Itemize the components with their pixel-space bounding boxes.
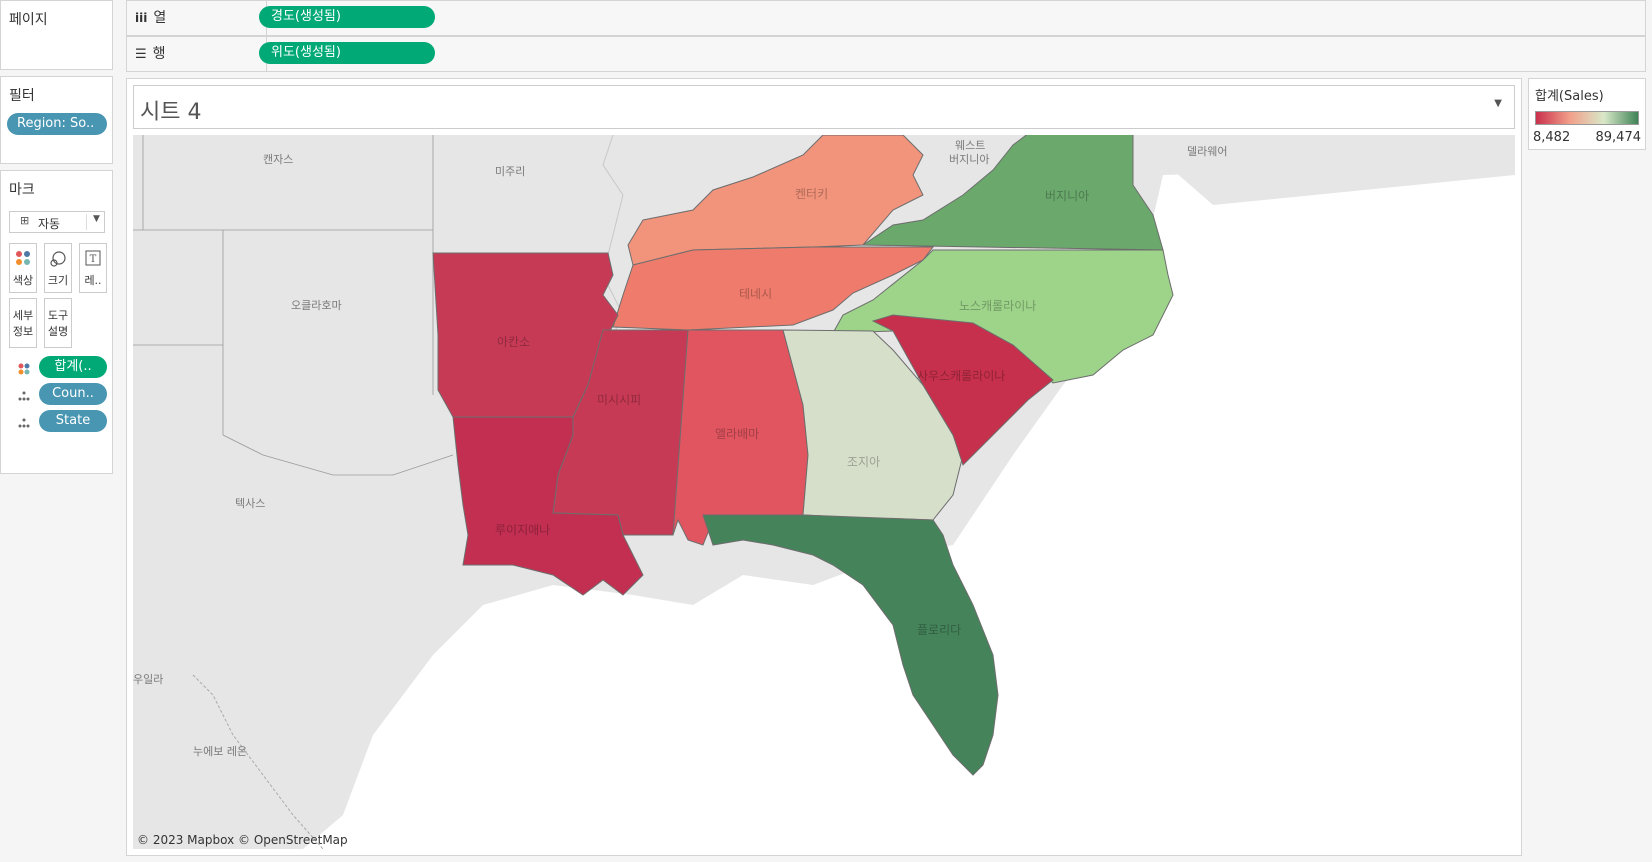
size-button-label: 크기: [47, 274, 69, 287]
detail-button[interactable]: 세부 정보: [9, 298, 37, 348]
label-texas: 텍사스: [235, 497, 266, 510]
state-label-arkansas: 아칸소: [497, 335, 531, 349]
detail-dots-icon: [17, 416, 31, 430]
label-delaware: 델라웨어: [1187, 145, 1228, 158]
tooltip-button-label-2: 설명: [47, 325, 69, 338]
filters-card[interactable]: 필터 Region: So..: [0, 76, 113, 164]
map-mark-icon: ⊞: [20, 214, 30, 227]
label-west-virginia-2: 버지니아: [949, 153, 990, 166]
mark-pill-state[interactable]: State: [39, 410, 107, 432]
legend-gradient: [1535, 111, 1639, 125]
tooltip-button[interactable]: 도구 설명: [44, 298, 72, 348]
detail-button-label-1: 세부: [12, 309, 34, 322]
rows-pill[interactable]: 위도(생성됨): [259, 42, 435, 64]
marks-title: 마크: [9, 182, 35, 198]
view-area: 시트 4 ▼ 캔자스 미주리 웨스트 버지니아 델라웨어 오클라호마 텍사스 우…: [126, 78, 1522, 856]
state-label-alabama: 앨라배마: [715, 427, 760, 441]
label-button-label: 레..: [84, 274, 102, 287]
svg-text:T: T: [90, 254, 97, 265]
mark-pill-country[interactable]: Coun..: [39, 383, 107, 405]
color-dots-icon: [10, 250, 36, 272]
label-nuevo-leon: 누에보 레온: [193, 745, 248, 758]
label-coahuila: 우일라: [133, 673, 164, 686]
size-button[interactable]: 크기: [44, 243, 72, 293]
rows-icon: ☰: [135, 47, 147, 62]
rows-shelf-label: ☰ 행: [127, 37, 267, 71]
state-label-florida: 플로리다: [917, 623, 962, 637]
legend-title: 합계(Sales): [1535, 89, 1604, 104]
sheet-title: 시트 4: [140, 100, 202, 125]
marks-card: 마크 ⊞ 자동 ▼ 색상 크기 T 레.. 세부 정보 도구 설명 합계(..: [0, 170, 113, 474]
tooltip-button-label-1: 도구: [47, 309, 69, 322]
label-kansas: 캔자스: [263, 153, 294, 166]
dropdown-divider: [86, 214, 87, 230]
columns-label-text: 열: [153, 10, 167, 26]
state-label-north-carolina: 노스캐롤라이나: [959, 299, 1037, 313]
state-label-georgia: 조지아: [847, 455, 881, 469]
mark-pill-sum-sales[interactable]: 합계(..: [39, 356, 107, 378]
detail-dots-icon: [17, 389, 31, 403]
state-label-kentucky: 켄터키: [795, 187, 829, 201]
color-button[interactable]: 색상: [9, 243, 37, 293]
mark-type-label: 자동: [38, 217, 61, 231]
state-label-tennessee: 테네시: [739, 287, 773, 301]
mark-type-dropdown[interactable]: ⊞ 자동 ▼: [9, 211, 105, 233]
map-attribution: © 2023 Mapbox © OpenStreetMap: [137, 833, 348, 847]
state-label-louisiana: 루이지애나: [495, 523, 551, 537]
columns-icon: iii: [135, 11, 148, 25]
legend-min: 8,482: [1533, 130, 1571, 145]
chevron-down-icon[interactable]: ▼: [1494, 98, 1502, 109]
color-legend-card[interactable]: 합계(Sales) 8,482 89,474: [1528, 78, 1646, 150]
detail-button-label-2: 정보: [12, 325, 34, 338]
rows-shelf[interactable]: ☰ 행 위도(생성됨): [126, 36, 1646, 72]
state-label-south-carolina: 사우스캐롤라이나: [917, 369, 1006, 383]
sheet-title-bar[interactable]: 시트 4 ▼: [133, 85, 1515, 129]
map-canvas[interactable]: 캔자스 미주리 웨스트 버지니아 델라웨어 오클라호마 텍사스 우일라 누에보 …: [133, 135, 1515, 849]
label-button[interactable]: T 레..: [79, 243, 107, 293]
legend-max: 89,474: [1595, 130, 1642, 145]
rows-label-text: 행: [152, 46, 166, 62]
state-label-mississippi: 미시시피: [597, 393, 642, 407]
color-dots-icon: [17, 362, 31, 376]
filter-pill-region[interactable]: Region: So..: [7, 113, 107, 135]
columns-shelf-label: iii 열: [127, 1, 267, 35]
label-oklahoma: 오클라호마: [291, 299, 342, 312]
columns-pill[interactable]: 경도(생성됨): [259, 6, 435, 28]
filters-title: 필터: [9, 88, 35, 104]
label-missouri: 미주리: [495, 165, 526, 178]
text-icon: T: [80, 250, 106, 272]
state-label-virginia: 버지니아: [1045, 189, 1090, 203]
color-button-label: 색상: [12, 274, 34, 287]
pages-title: 페이지: [9, 12, 48, 28]
columns-shelf[interactable]: iii 열 경도(생성됨): [126, 0, 1646, 36]
chevron-down-icon: ▼: [93, 214, 100, 224]
size-icon: [45, 250, 71, 272]
pages-card[interactable]: 페이지: [0, 0, 113, 70]
